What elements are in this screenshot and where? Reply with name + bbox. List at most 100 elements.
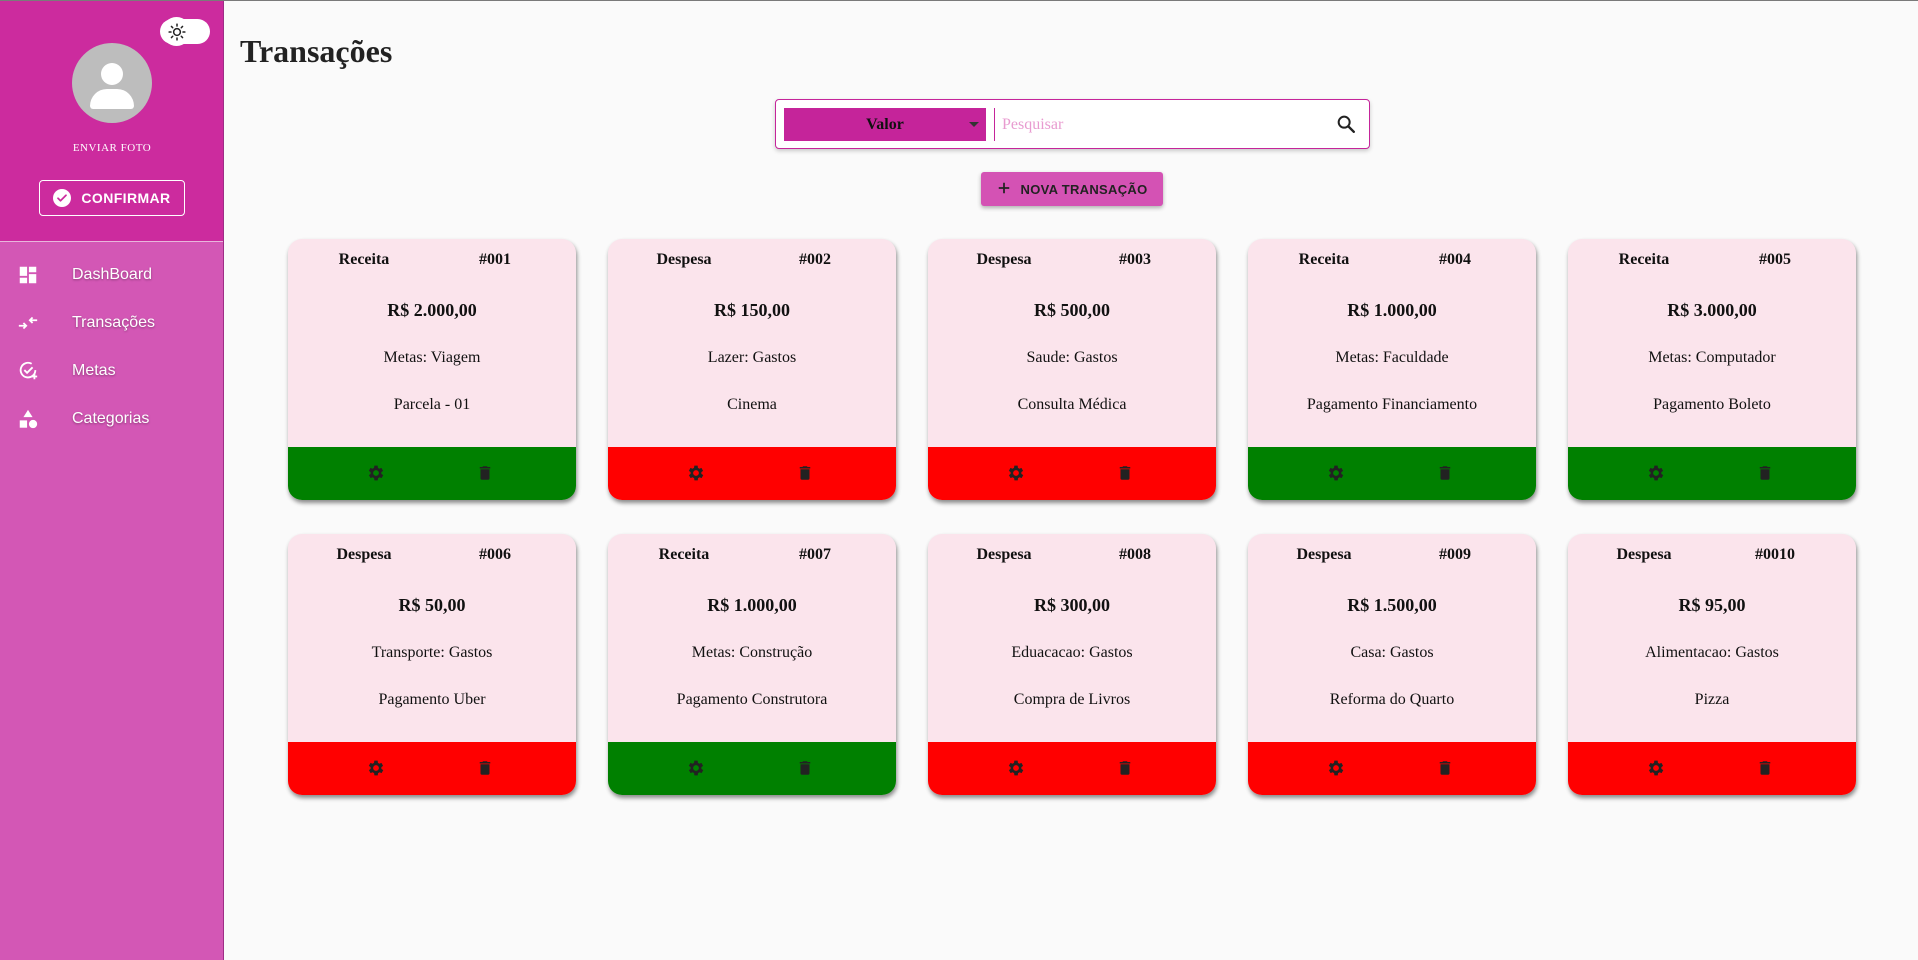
trash-icon[interactable] <box>1754 757 1776 779</box>
transaction-id: #0010 <box>1755 546 1795 563</box>
transaction-card: Despesa #0010 R$ 95,00 Alimentacao: Gastos P… <box>1568 534 1856 795</box>
transaction-category: Metas: Computador <box>1648 349 1776 366</box>
transaction-card: Despesa #006 R$ 50,00 Transporte: Gastos Pag… <box>288 534 576 795</box>
search-icon[interactable] <box>1335 113 1359 137</box>
card-header: Despesa #006 <box>288 546 576 566</box>
trash-icon[interactable] <box>1114 757 1136 779</box>
transaction-type: Receita <box>338 251 390 268</box>
settings-icon[interactable] <box>1645 757 1667 779</box>
transaction-type: Receita <box>1618 251 1670 268</box>
transaction-card: Despesa #002 R$ 150,00 Lazer: Gastos Cinema <box>608 239 896 500</box>
divider <box>994 108 995 141</box>
card-actions <box>1568 742 1856 795</box>
transaction-id: #001 <box>479 251 511 268</box>
transaction-description: Cinema <box>727 396 777 413</box>
sidebar-item-goals[interactable]: Metas <box>0 347 224 395</box>
settings-icon[interactable] <box>365 757 387 779</box>
card-header: Despesa #003 <box>928 251 1216 271</box>
settings-icon[interactable] <box>1325 757 1347 779</box>
transaction-category: Transporte: Gastos <box>371 644 493 661</box>
trash-icon[interactable] <box>1114 462 1136 484</box>
trash-icon[interactable] <box>1434 757 1456 779</box>
transaction-category: Eduacacao: Gastos <box>1011 644 1133 661</box>
transaction-id: #007 <box>799 546 831 563</box>
transaction-value: R$ 50,00 <box>398 595 466 615</box>
transaction-description: Compra de Livros <box>1013 691 1131 708</box>
card-actions <box>288 447 576 500</box>
card-header: Receita #004 <box>1248 251 1536 271</box>
trash-icon[interactable] <box>794 757 816 779</box>
sidebar-nav: DashBoard Transações Metas Categorias <box>0 251 224 443</box>
theme-toggle[interactable] <box>160 17 210 46</box>
transaction-description: Pagamento Boleto <box>1653 396 1771 413</box>
transaction-category: Metas: Faculdade <box>1335 349 1449 366</box>
check-circle-icon <box>53 189 72 207</box>
transaction-type: Despesa <box>1296 546 1352 563</box>
trash-icon[interactable] <box>474 757 496 779</box>
settings-icon[interactable] <box>1645 462 1667 484</box>
sidebar-item-categories[interactable]: Categorias <box>0 395 224 443</box>
transaction-value: R$ 300,00 <box>1034 595 1110 615</box>
settings-icon[interactable] <box>1005 757 1027 779</box>
transaction-card: Despesa #003 R$ 500,00 Saude: Gastos Consult… <box>928 239 1216 500</box>
transaction-value: R$ 1.000,00 <box>707 595 797 615</box>
transaction-id: #004 <box>1439 251 1471 268</box>
transaction-category: Metas: Viagem <box>383 349 481 366</box>
transaction-value: R$ 500,00 <box>1034 300 1110 320</box>
settings-icon[interactable] <box>685 757 707 779</box>
card-actions <box>928 447 1216 500</box>
dashboard-icon <box>0 264 72 286</box>
page-title: Transações <box>240 33 393 69</box>
sidebar-item-transactions[interactable]: Transações <box>0 299 224 347</box>
card-header: Despesa #009 <box>1248 546 1536 566</box>
transaction-category: Metas: Construção <box>691 644 813 661</box>
sidebar-item-dashboard[interactable]: DashBoard <box>0 251 224 299</box>
transaction-id: #002 <box>799 251 831 268</box>
transaction-id: #006 <box>479 546 511 563</box>
transaction-type: Despesa <box>976 251 1032 268</box>
settings-icon[interactable] <box>365 462 387 484</box>
plus-icon <box>997 181 1011 198</box>
sidebar-item-label: Transações <box>72 314 155 331</box>
card-actions <box>1248 447 1536 500</box>
transaction-description: Consulta Médica <box>1017 396 1127 413</box>
settings-icon[interactable] <box>1325 462 1347 484</box>
filter-select[interactable]: Valor <box>784 108 986 141</box>
filter-select-value: Valor <box>866 115 904 133</box>
transaction-id: #008 <box>1119 546 1151 563</box>
trash-icon[interactable] <box>1754 462 1776 484</box>
transaction-value: R$ 3.000,00 <box>1667 300 1757 320</box>
card-header: Receita #007 <box>608 546 896 566</box>
card-header: Receita #005 <box>1568 251 1856 271</box>
transaction-type: Receita <box>1298 251 1350 268</box>
trash-icon[interactable] <box>794 462 816 484</box>
transaction-category: Casa: Gastos <box>1350 644 1434 661</box>
card-header: Despesa #002 <box>608 251 896 271</box>
avatar[interactable] <box>72 43 152 123</box>
transaction-card: Receita #004 R$ 1.000,00 Metas: Faculdade Pa… <box>1248 239 1536 500</box>
transaction-description: Parcela - 01 <box>393 396 471 413</box>
transaction-description: Pagamento Financiamento <box>1306 396 1478 413</box>
card-actions <box>608 742 896 795</box>
settings-icon[interactable] <box>685 462 707 484</box>
confirm-label: CONFIRMAR <box>81 190 171 206</box>
transaction-card: Receita #001 R$ 2.000,00 Metas: Viagem Parce… <box>288 239 576 500</box>
transaction-type: Despesa <box>976 546 1032 563</box>
confirm-button[interactable]: CONFIRMAR <box>39 180 185 216</box>
transaction-type: Receita <box>658 546 710 563</box>
transaction-type: Despesa <box>1616 546 1672 563</box>
sidebar: ENVIAR FOTO CONFIRMAR DashBoard Transaçõ… <box>0 1 224 960</box>
sun-icon <box>162 17 191 46</box>
transaction-value: R$ 2.000,00 <box>387 300 477 320</box>
transaction-category: Lazer: Gastos <box>707 349 797 366</box>
transaction-id: #005 <box>1759 251 1791 268</box>
new-transaction-button[interactable]: NOVA TRANSAÇÃO <box>981 172 1163 206</box>
trash-icon[interactable] <box>474 462 496 484</box>
transaction-type: Despesa <box>336 546 392 563</box>
search-input[interactable] <box>1002 108 1322 141</box>
upload-photo-link[interactable]: ENVIAR FOTO <box>0 142 224 154</box>
trash-icon[interactable] <box>1434 462 1456 484</box>
transaction-cards: Receita #001 R$ 2.000,00 Metas: Viagem Parce… <box>288 239 1856 795</box>
settings-icon[interactable] <box>1005 462 1027 484</box>
categories-icon <box>0 408 72 430</box>
